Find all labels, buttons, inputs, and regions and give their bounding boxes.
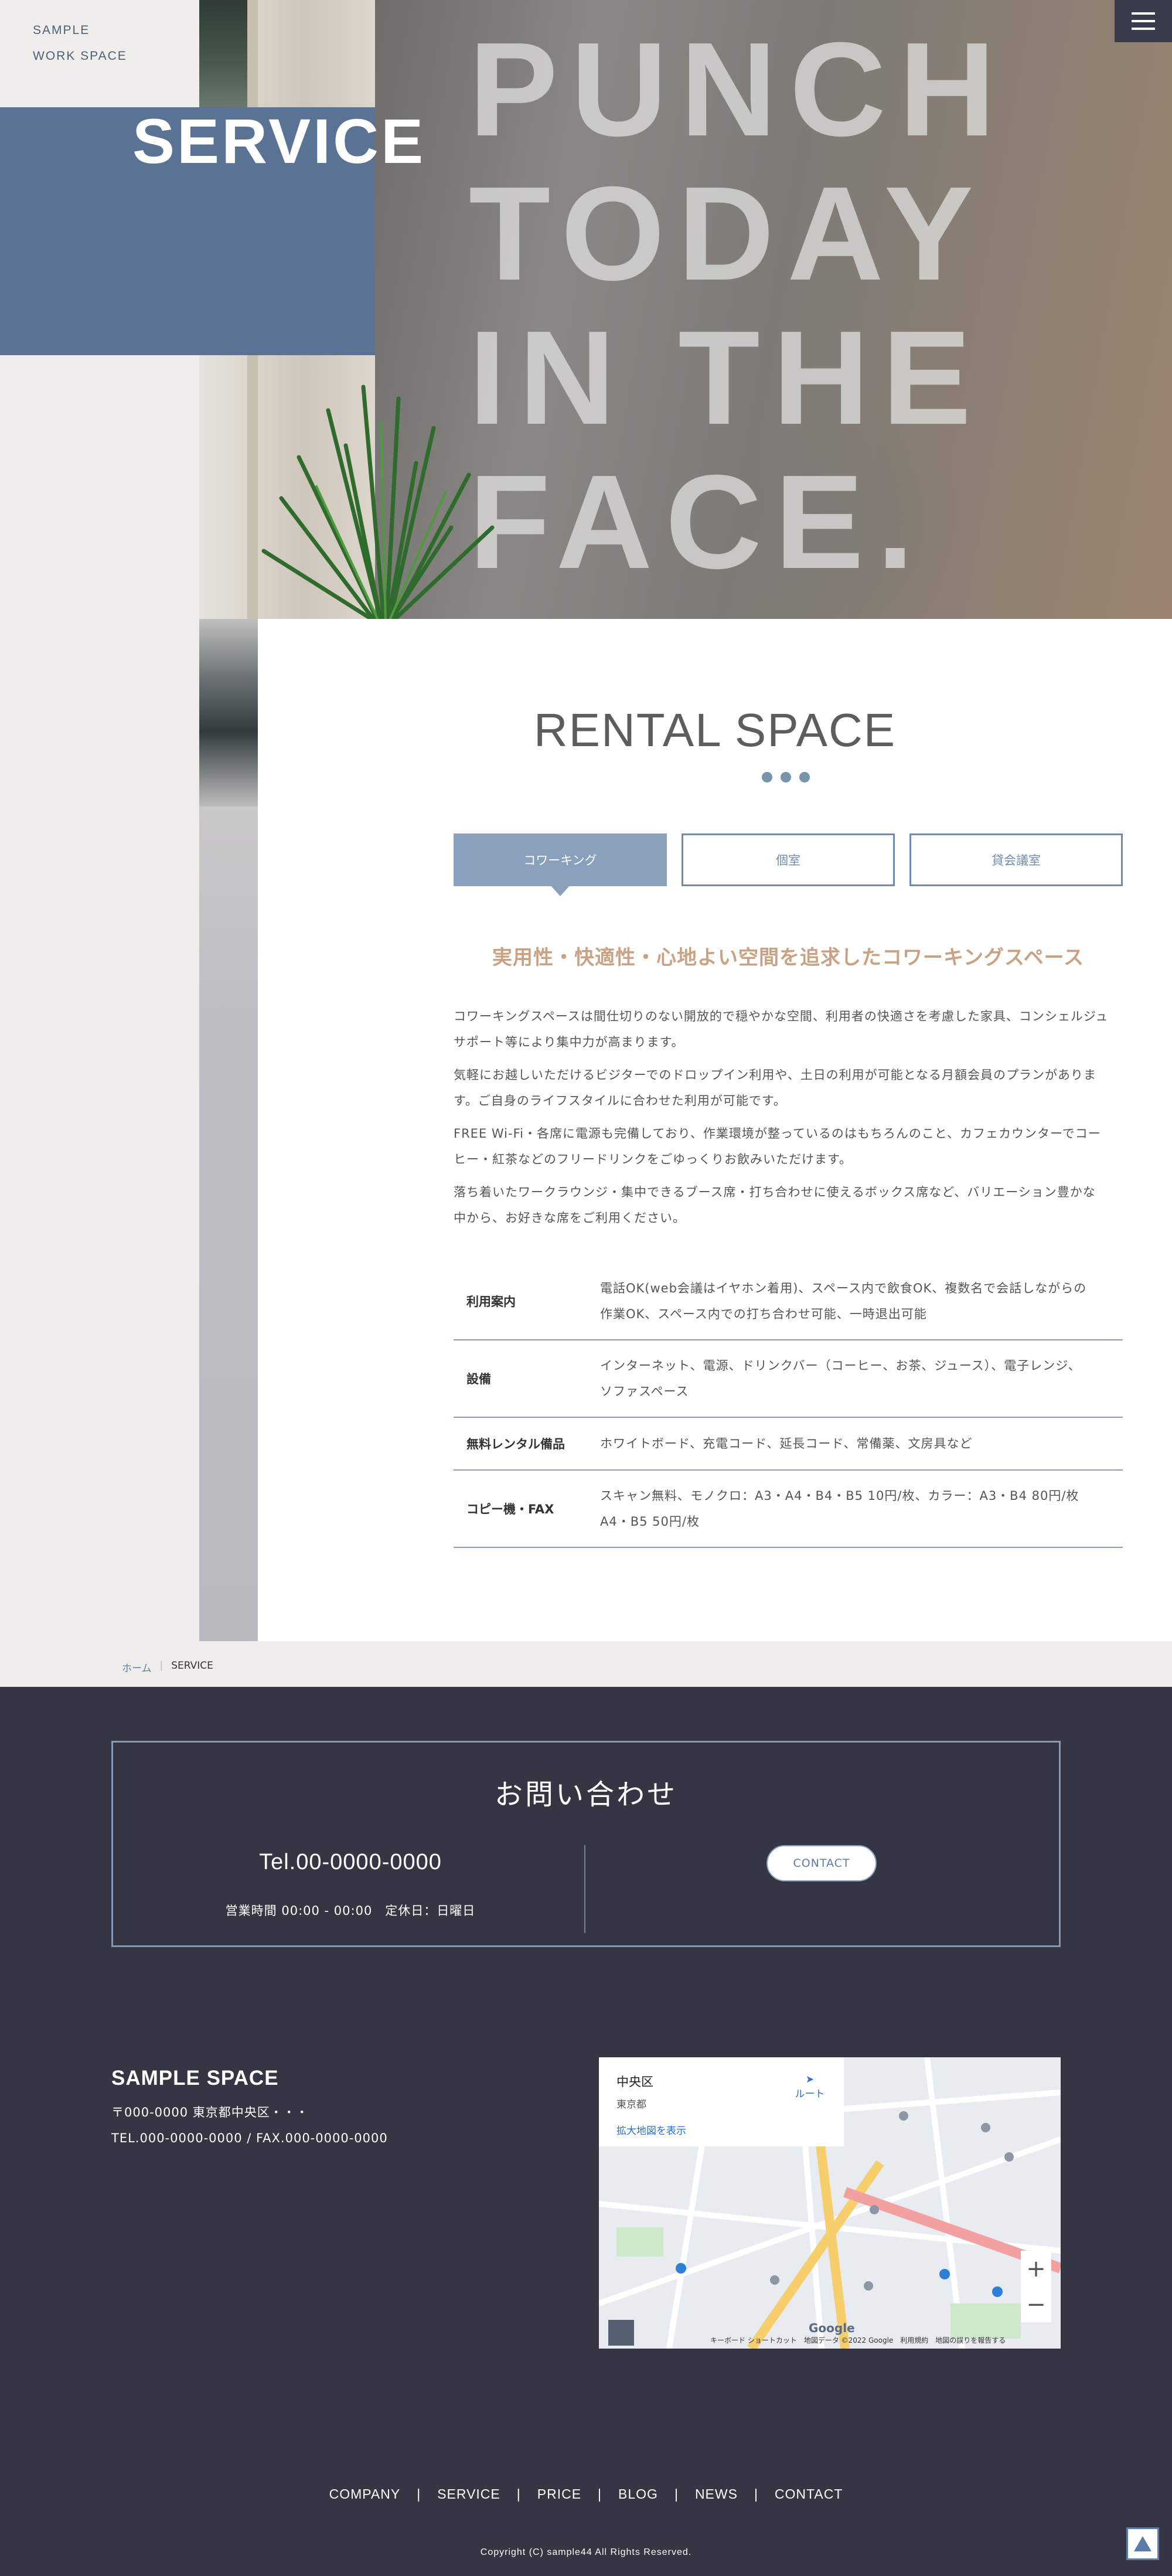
cell-line: 作業OK、スペース内での打ち合わせ可能、一時退出可能 — [600, 1306, 927, 1321]
phone-fax-line: TEL.000-0000-0000 / FAX.000-0000-0000 — [111, 2131, 388, 2145]
menu-bar — [1132, 12, 1155, 15]
paragraph-line: サポート等により集中力が高まります。 — [454, 1035, 684, 1049]
paragraph-line: す。ご自身のライフスタイルに合わせた利用が可能です。 — [454, 1094, 786, 1108]
dot — [781, 772, 791, 782]
table-cell: インターネット、電源、ドリンクバー（コーヒー、お茶、ジュース）、電子レンジ、 ソ… — [600, 1340, 1123, 1417]
description-paragraph: FREE Wi-Fi・各席に電源も完備しており、作業環境が整っているのはもちろん… — [454, 1121, 1123, 1172]
address-line: 〒000-0000 東京都中央区・・・ — [111, 2105, 309, 2119]
footer-nav: COMPANY | SERVICE | PRICE | BLOG | NEWS | CON… — [0, 2486, 1172, 2502]
contact-phone: Tel.00-0000-0000 — [259, 1850, 442, 1874]
wall-line: PUNCH — [469, 15, 1009, 164]
cell-line: A4・B5 50円/枚 — [600, 1515, 700, 1529]
map-route-label: ルート — [795, 2088, 825, 2100]
page-title: SERVICE — [132, 106, 426, 176]
description-paragraph: 気軽にお越しいただけるビジターでのドロップイン利用や、土日の利用が可能となる月額… — [454, 1062, 1123, 1114]
table-header-cell: 利用案内 — [466, 1294, 516, 1309]
footer-nav-contact[interactable]: CONTACT — [775, 2486, 843, 2502]
hamburger-menu-icon[interactable] — [1115, 0, 1172, 42]
left-margin — [0, 619, 199, 1641]
paragraph-line: 落ち着いたワークラウンジ・集中できるブース席・打ち合わせに使えるボックス席など、… — [454, 1185, 1096, 1199]
info-table: 利用案内 電話OK(web会議はイヤホン着用)、スペース内で飲食OK、複数名で会… — [454, 1263, 1123, 1548]
zoom-out-icon[interactable]: − — [1026, 2291, 1046, 2318]
section-lead: 実用性・快適性・心地よい空間を追求したコワーキングスペース — [492, 946, 1084, 969]
map-enlarge-link[interactable]: 拡大地図を表示 — [616, 2122, 826, 2137]
zoom-in-icon[interactable]: + — [1026, 2255, 1046, 2282]
cell-line: スキャン無料、モノクロ：A3・A4・B4・B5 10円/枚、カラー：A3・B4 … — [600, 1489, 1079, 1503]
paragraph-line: ヒー・紅茶などのフリードリンクをごゆっくりお飲みいただけます。 — [454, 1152, 852, 1166]
business-hours: 営業時間 00:00 - 00:00 定休日：日曜日 — [225, 1904, 476, 1918]
section-dots — [762, 772, 810, 782]
nav-separator: | — [754, 2486, 758, 2502]
cell-line: ホワイトボード、充電コード、延長コード、常備薬、文房具など — [600, 1437, 973, 1451]
map-zoom-control: + − — [1021, 2251, 1051, 2322]
table-row: 設備 インターネット、電源、ドリンクバー（コーヒー、お茶、ジュース）、電子レンジ… — [454, 1340, 1123, 1417]
dot — [799, 772, 810, 782]
footer-nav-company[interactable]: COMPANY — [329, 2486, 401, 2502]
paragraph-line: 気軽にお越しいただけるビジターでのドロップイン利用や、土日の利用が可能となる月額… — [454, 1068, 1097, 1082]
plant-image — [261, 384, 495, 619]
footer-company-name: SAMPLE SPACE — [111, 2067, 279, 2090]
tab-meeting-room[interactable]: 貸会議室 — [909, 833, 1123, 886]
nav-separator: | — [417, 2486, 421, 2502]
hero-pillar-shadow — [199, 0, 247, 108]
table-header-cell: コピー機・FAX — [466, 1502, 554, 1516]
paragraph-line: コワーキングスペースは間仕切りのない開放的で穏やかな空間、利用者の快適さを考慮し… — [454, 1009, 1109, 1023]
contact-button[interactable]: CONTACT — [766, 1845, 877, 1881]
table-row: 利用案内 電話OK(web会議はイヤホン着用)、スペース内で飲食OK、複数名で会… — [454, 1263, 1123, 1340]
description-paragraph: 落ち着いたワークラウンジ・集中できるブース席・打ち合わせに使えるボックス席など、… — [454, 1179, 1123, 1231]
google-map[interactable]: 中央区 東京都 拡大地図を表示 ➤ ルート + − Google キーボード シ… — [599, 2057, 1061, 2349]
menu-bar — [1132, 28, 1155, 30]
table-row: 無料レンタル備品 ホワイトボード、充電コード、延長コード、常備薬、文房具など — [454, 1417, 1123, 1470]
cell-line: ソファスペース — [600, 1384, 689, 1398]
breadcrumb: ホーム | SERVICE — [122, 1660, 213, 1675]
paragraph-line: FREE Wi-Fi・各席に電源も完備しており、作業環境が整っているのはもちろん… — [454, 1127, 1101, 1141]
arrow-up-icon — [1134, 2536, 1151, 2551]
copyright: Copyright (C) sample44 All Rights Reserv… — [480, 2547, 692, 2557]
footer-nav-price[interactable]: PRICE — [537, 2486, 581, 2502]
nav-separator: | — [516, 2486, 521, 2502]
hero-wall-lettering: PUNCH TODAY IN THE FACE. — [469, 18, 1009, 594]
table-row: コピー機・FAX スキャン無料、モノクロ：A3・A4・B4・B5 10円/枚、カ… — [454, 1470, 1123, 1547]
tab-private-room[interactable]: 個室 — [682, 833, 895, 886]
footer-nav-news[interactable]: NEWS — [695, 2486, 738, 2502]
map-attribution: キーボード ショートカット 地図データ ©2022 Google 利用規約 地図… — [710, 2336, 1006, 2344]
table-cell: 電話OK(web会議はイヤホン着用)、スペース内で飲食OK、複数名で会話しながら… — [600, 1263, 1123, 1340]
cell-line: インターネット、電源、ドリンクバー（コーヒー、お茶、ジュース）、電子レンジ、 — [600, 1359, 1081, 1373]
table-header-cell: 無料レンタル備品 — [466, 1437, 565, 1451]
footer-nav-service[interactable]: SERVICE — [437, 2486, 500, 2502]
contact-title: お問い合わせ — [494, 1778, 677, 1811]
breadcrumb-home-link[interactable]: ホーム — [122, 1660, 152, 1675]
cell-line: 電話OK(web会議はイヤホン着用)、スペース内で飲食OK、複数名で会話しながら… — [600, 1281, 1087, 1295]
table-header-cell: 設備 — [466, 1372, 491, 1386]
tab-coworking[interactable]: コワーキング — [454, 833, 667, 896]
hero-image: PUNCH TODAY IN THE FACE. SERVICE — [0, 0, 1172, 619]
table-cell: ホワイトボード、充電コード、延長コード、常備薬、文房具など — [600, 1417, 1123, 1470]
paragraph-line: 中から、お好きな席をご利用ください。 — [454, 1211, 686, 1225]
left-image-chair — [199, 619, 258, 807]
page-top-button[interactable] — [1126, 2527, 1159, 2560]
dot — [762, 772, 772, 782]
map-route-button[interactable]: ➤ ルート — [792, 2074, 827, 2100]
description-paragraph: コワーキングスペースは間仕切りのない開放的で穏やかな空間、利用者の快適さを考慮し… — [454, 1003, 1123, 1055]
directions-icon: ➤ — [805, 2074, 815, 2085]
footer-nav-blog[interactable]: BLOG — [618, 2486, 658, 2502]
map-place-card: 中央区 東京都 拡大地図を表示 ➤ ルート — [599, 2057, 844, 2146]
section-title: RENTAL SPACE — [533, 704, 897, 756]
table-cell: スキャン無料、モノクロ：A3・A4・B4・B5 10円/枚、カラー：A3・B4 … — [600, 1470, 1123, 1547]
footer-address: 〒000-0000 東京都中央区・・・ TEL.000-0000-0000 / … — [111, 2099, 388, 2151]
menu-bar — [1132, 20, 1155, 22]
nav-separator: | — [598, 2486, 602, 2502]
breadcrumb-current: SERVICE — [171, 1660, 213, 1672]
contact-divider — [584, 1845, 585, 1933]
logo-line: WORK SPACE — [33, 49, 127, 63]
breadcrumb-separator: | — [159, 1660, 163, 1672]
wall-line: IN THE — [469, 304, 984, 452]
nav-separator: | — [674, 2486, 679, 2502]
site-logo[interactable]: SAMPLE WORK SPACE — [33, 18, 127, 69]
logo-line: SAMPLE — [33, 23, 90, 37]
wall-line: FACE. — [469, 448, 927, 597]
google-logo: Google — [809, 2321, 855, 2335]
wall-line: TODAY — [469, 159, 986, 308]
